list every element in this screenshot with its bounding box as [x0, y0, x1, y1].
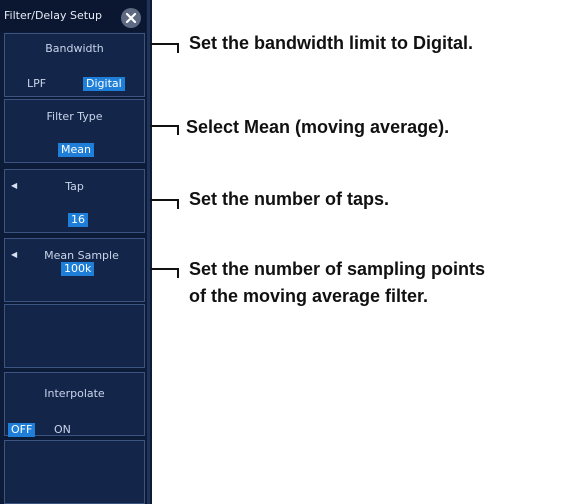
- interpolate-option-on[interactable]: ON: [54, 423, 71, 436]
- callout-mean-sample-line1: Set the number of sampling points: [189, 259, 486, 279]
- callout-filter-type: Select Mean (moving average).: [186, 117, 450, 137]
- filter-type-softkey[interactable]: Filter Type Mean: [4, 99, 145, 163]
- tap-value: 16: [68, 213, 88, 227]
- callout-mean-sample-line2: of the moving average filter.: [189, 286, 429, 306]
- menu-edge: [147, 0, 150, 504]
- bandwidth-softkey[interactable]: Bandwidth LPF Digital: [4, 33, 145, 97]
- close-icon[interactable]: [121, 8, 141, 28]
- mean-sample-label: Mean Sample: [44, 249, 119, 262]
- interpolate-softkey[interactable]: Interpolate OFF ON: [4, 372, 145, 437]
- filter-type-label: Filter Type: [46, 110, 103, 123]
- mean-sample-softkey[interactable]: ◀ Mean Sample 100k: [4, 238, 145, 302]
- bandwidth-label: Bandwidth: [45, 42, 104, 55]
- leader-line-mean-sample: [150, 268, 178, 270]
- filter-delay-menu: Filter/Delay Setup Bandwidth LPF Digital…: [0, 0, 152, 504]
- menu-title: Filter/Delay Setup: [4, 9, 103, 22]
- menu-title-bar: Filter/Delay Setup: [0, 0, 146, 32]
- leader-tick-filter-type: [177, 125, 179, 135]
- filter-type-value: Mean: [58, 143, 94, 157]
- bandwidth-option-digital[interactable]: Digital: [83, 77, 125, 91]
- tap-softkey[interactable]: ◀ Tap 16: [4, 169, 145, 233]
- callout-tap: Set the number of taps.: [189, 189, 390, 209]
- empty-softkey: [4, 304, 145, 368]
- leader-tick-mean-sample: [177, 268, 179, 278]
- leader-tick-bandwidth: [177, 43, 179, 53]
- callout-bandwidth: Set the bandwidth limit to Digital.: [189, 33, 473, 53]
- interpolate-option-off[interactable]: OFF: [8, 423, 36, 437]
- leader-line-bandwidth: [150, 43, 178, 45]
- empty-softkey-bottom: [4, 440, 145, 504]
- leader-line-tap: [150, 199, 178, 201]
- interpolate-label: Interpolate: [44, 387, 105, 400]
- bandwidth-option-lpf[interactable]: LPF: [27, 77, 46, 90]
- leader-tick-tap: [177, 199, 179, 209]
- leader-line-filter-type: [150, 125, 178, 127]
- close-glyph: [125, 12, 137, 24]
- tap-label: Tap: [65, 180, 84, 193]
- mean-sample-value: 100k: [61, 262, 95, 276]
